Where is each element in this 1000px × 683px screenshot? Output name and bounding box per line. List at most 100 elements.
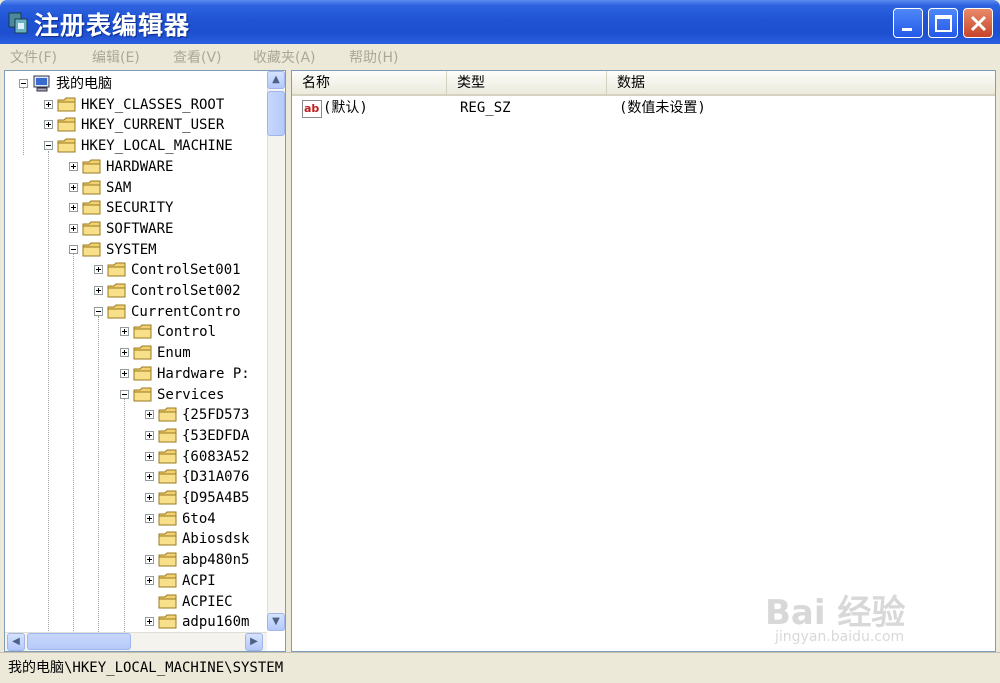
menu-help[interactable]: 帮助(H)	[349, 47, 398, 67]
expand-plus-icon[interactable]	[145, 555, 154, 565]
tree-item[interactable]: CurrentContro	[5, 302, 267, 322]
collapse-minus-icon[interactable]	[120, 389, 129, 399]
expand-plus-icon[interactable]	[94, 286, 103, 295]
tree-item[interactable]: SAM	[5, 178, 267, 198]
tree-item[interactable]: {D31A076	[5, 467, 267, 487]
expand-plus-icon[interactable]	[145, 472, 154, 482]
tree-vscroll-thumb[interactable]	[267, 91, 285, 136]
scroll-left-button[interactable]: ◀	[7, 633, 25, 651]
tree-root-my-computer[interactable]: 我的电脑	[5, 74, 267, 94]
tree-item-label: Hardware P:	[157, 365, 250, 382]
menu-bar: 文件(F) 编辑(E) 查看(V) 收藏夹(A) 帮助(H)	[0, 44, 1000, 70]
tree-item-label: ACPI	[182, 572, 216, 589]
tree-vertical-scrollbar[interactable]	[267, 71, 285, 631]
expand-plus-icon[interactable]	[69, 203, 78, 213]
tree-item[interactable]: abp480n5	[5, 550, 267, 570]
menu-file[interactable]: 文件(F)	[10, 47, 57, 67]
tree-item[interactable]: Enum	[5, 343, 267, 363]
watermark-brand: Bai 经验	[765, 593, 906, 633]
tree-item[interactable]: ACPIEC	[5, 592, 267, 612]
close-button[interactable]	[963, 8, 993, 38]
tree-item-label: HARDWARE	[106, 158, 174, 175]
column-header-name[interactable]: 名称	[292, 71, 447, 95]
tree-item[interactable]: {6083A52	[5, 447, 267, 467]
minimize-button[interactable]	[893, 8, 923, 38]
expand-plus-icon[interactable]	[145, 617, 154, 627]
column-header-data[interactable]: 数据	[607, 71, 995, 95]
tree-item[interactable]: Control	[5, 322, 267, 342]
folder-icon	[133, 345, 152, 360]
maximize-button[interactable]	[928, 8, 958, 38]
chevron-right-icon: ▶	[250, 636, 258, 647]
tree-item[interactable]: {D95A4B5	[5, 488, 267, 508]
tree-item-label: ControlSet002	[131, 283, 241, 299]
scroll-up-button[interactable]: ▲	[267, 71, 285, 89]
tree-item-label: {25FD573	[182, 407, 250, 424]
expand-plus-icon[interactable]	[94, 265, 103, 275]
column-header-type[interactable]: 类型	[447, 71, 607, 95]
tree-item[interactable]: HARDWARE	[5, 157, 267, 177]
collapse-minus-icon[interactable]	[44, 141, 53, 151]
expand-plus-icon[interactable]	[145, 513, 154, 523]
tree-item[interactable]: ControlSet001	[5, 260, 267, 280]
tree-item[interactable]: 6to4	[5, 509, 267, 529]
folder-icon	[158, 552, 177, 567]
expand-plus-icon[interactable]	[120, 348, 129, 358]
expand-plus-icon[interactable]	[145, 451, 154, 461]
folder-icon	[133, 366, 152, 381]
scroll-down-button[interactable]: ▼	[267, 613, 285, 631]
tree-item[interactable]: ControlSet002	[5, 281, 267, 301]
expand-plus-icon[interactable]	[145, 575, 154, 585]
tree-item-label: {53EDFDA	[182, 427, 250, 444]
watermark: Bai 经验 jingyan.baidu.com	[765, 585, 995, 650]
folder-icon	[158, 469, 177, 484]
tree-item[interactable]: SYSTEM	[5, 240, 267, 260]
window-title: 注册表编辑器	[34, 11, 191, 40]
menu-view[interactable]: 查看(V)	[173, 47, 222, 67]
value-type: REG_SZ	[460, 100, 511, 116]
tree-item[interactable]: Hardware P:	[5, 364, 267, 384]
expand-plus-icon[interactable]	[120, 368, 129, 378]
tree-item-label: {D95A4B5	[182, 490, 250, 506]
menu-edit[interactable]: 编辑(E)	[92, 47, 140, 67]
expand-plus-icon[interactable]	[69, 182, 78, 192]
folder-icon	[57, 138, 76, 153]
scroll-right-button[interactable]: ▶	[245, 633, 263, 651]
tree-item[interactable]: HKEY_CURRENT_USER	[5, 115, 267, 135]
chevron-left-icon: ◀	[12, 636, 20, 647]
expand-plus-icon[interactable]	[145, 430, 154, 440]
expand-plus-icon[interactable]	[145, 493, 154, 502]
watermark-url: jingyan.baidu.com	[775, 629, 905, 645]
collapse-minus-icon[interactable]	[94, 306, 103, 316]
collapse-minus-icon[interactable]	[69, 244, 78, 254]
collapse-minus-icon[interactable]	[19, 79, 28, 88]
tree-item[interactable]: ACPI	[5, 571, 267, 591]
menu-favorites[interactable]: 收藏夹(A)	[253, 47, 316, 67]
tree-item[interactable]: Services	[5, 385, 267, 405]
expand-plus-icon[interactable]	[145, 410, 154, 420]
expand-plus-icon[interactable]	[69, 223, 78, 233]
tree-item-label: Control	[157, 324, 217, 341]
string-value-icon: ab	[302, 100, 322, 118]
tree-item[interactable]: adpu160m	[5, 612, 267, 632]
title-bar[interactable]: 注册表编辑器	[0, 0, 1000, 44]
expand-plus-icon[interactable]	[44, 99, 53, 109]
expand-plus-icon[interactable]	[120, 327, 129, 337]
tree-item[interactable]: SECURITY	[5, 198, 267, 218]
value-name: (默认)	[323, 100, 368, 116]
key-tree[interactable]: 我的电脑 HKEY_CLASSES_ROOT HKEY_CURRENT_USER HK…	[4, 70, 286, 652]
tree-item[interactable]: HKEY_CLASSES_ROOT	[5, 95, 267, 115]
expand-plus-icon[interactable]	[44, 120, 53, 130]
tree-item-label: HKEY_LOCAL_MACHINE	[81, 138, 233, 155]
value-list[interactable]: 名称 类型 数据 ab (默认) REG_SZ (数值未设置)	[291, 70, 996, 652]
folder-icon	[158, 531, 177, 546]
tree-item[interactable]: {25FD573	[5, 405, 267, 425]
tree-item-label: ACPIEC	[182, 593, 233, 610]
expand-plus-icon[interactable]	[69, 161, 78, 171]
tree-item[interactable]: HKEY_LOCAL_MACHINE	[5, 136, 267, 156]
tree-item[interactable]: SOFTWARE	[5, 219, 267, 239]
tree-hscroll-thumb[interactable]	[27, 633, 131, 650]
tree-item[interactable]: {53EDFDA	[5, 426, 267, 446]
tree-item[interactable]: Abiosdsk	[5, 529, 267, 549]
folder-icon	[158, 428, 177, 443]
